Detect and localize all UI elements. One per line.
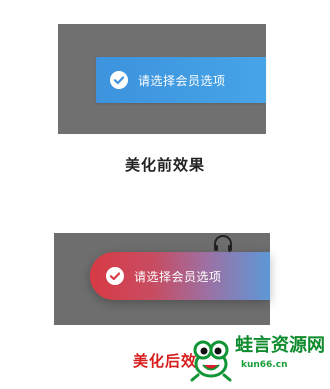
frog-logo-icon: [190, 340, 232, 382]
before-toast-label: 请选择会员选项: [138, 73, 226, 88]
watermark-domain-text: kun66.cn: [241, 360, 288, 370]
before-toast-message: 请选择会员选项: [96, 57, 266, 103]
watermark-logo: 蛙言资源网 kun66.cn: [180, 333, 330, 389]
watermark-text: 蛙言资源网 kun66.cn: [235, 337, 330, 377]
comparison-page: 请选择会员选项 美化前效果 请选择会员选项 美化后效 蛙言资源网 kun66.c…: [0, 0, 330, 389]
before-effect-caption: 美化前效果: [124, 156, 205, 174]
check-circle-icon: [110, 71, 128, 89]
watermark-main-text: 蛙言资源网: [235, 335, 325, 356]
check-circle-icon: [106, 267, 124, 285]
after-toast-message: 请选择会员选项: [90, 252, 270, 300]
after-toast-label: 请选择会员选项: [134, 269, 222, 284]
